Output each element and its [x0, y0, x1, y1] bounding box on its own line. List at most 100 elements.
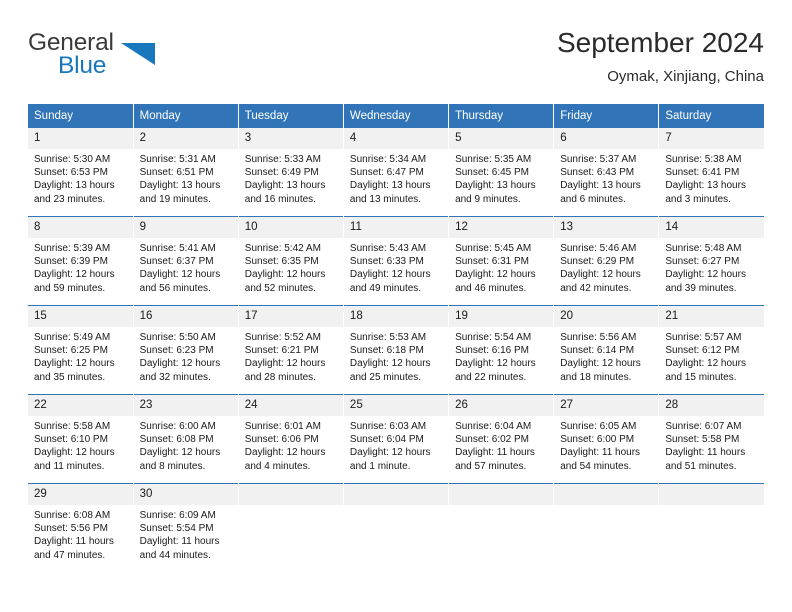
day-number	[554, 484, 659, 505]
sunrise-text: Sunrise: 5:35 AM	[455, 154, 532, 165]
sunset-text: Sunset: 6:27 PM	[665, 256, 740, 268]
daylight-text: Daylight: 13 hours and 13 minutes.	[349, 180, 431, 205]
calendar-week-row: 8 Sunrise: 5:39 AM Sunset: 6:39 PM Daylight…	[28, 216, 764, 306]
day-number: 13	[554, 217, 659, 238]
day-number: 24	[238, 395, 343, 416]
day-details: Sunrise: 5:41 AM Sunset: 6:37 PM Daylight:…	[134, 238, 238, 295]
daylight-text: Daylight: 12 hours and 8 minutes.	[139, 447, 221, 472]
sunrise-text: Sunrise: 5:43 AM	[349, 243, 427, 254]
day-number: 19	[449, 306, 554, 327]
calendar-day-cell[interactable]: 16 Sunrise: 5:50 AM Sunset: 6:23 PM Dayligh…	[133, 305, 239, 395]
sunset-text: Sunset: 6:06 PM	[244, 434, 319, 446]
daylight-text: Daylight: 12 hours and 11 minutes.	[34, 447, 115, 472]
calendar-day-cell[interactable]: 30 Sunrise: 6:09 AM Sunset: 5:54 PM Dayligh…	[133, 483, 239, 572]
calendar-day-cell[interactable]: 3 Sunrise: 5:33 AM Sunset: 6:49 PM Daylight…	[238, 127, 344, 217]
day-details: Sunrise: 5:50 AM Sunset: 6:23 PM Daylight:…	[134, 327, 238, 384]
column-header-saturday: Saturday	[658, 104, 764, 128]
calendar-day-cell[interactable]: 8 Sunrise: 5:39 AM Sunset: 6:39 PM Daylight…	[28, 216, 134, 306]
sunrise-text: Sunrise: 6:01 AM	[244, 421, 321, 432]
calendar-day-cell[interactable]: 9 Sunrise: 5:41 AM Sunset: 6:37 PM Daylight…	[133, 216, 239, 306]
calendar-day-cell[interactable]: 5 Sunrise: 5:35 AM Sunset: 6:45 PM Daylight…	[448, 127, 555, 217]
calendar-day-cell[interactable]: 17 Sunrise: 5:52 AM Sunset: 6:21 PM Dayligh…	[238, 305, 344, 395]
sunrise-text: Sunrise: 6:08 AM	[34, 510, 111, 521]
calendar-day-cell[interactable]: 12 Sunrise: 5:45 AM Sunset: 6:31 PM Dayligh…	[448, 216, 555, 306]
daylight-text: Daylight: 12 hours and 25 minutes.	[349, 358, 431, 383]
calendar-day-cell[interactable]: 15 Sunrise: 5:49 AM Sunset: 6:25 PM Dayligh…	[28, 305, 134, 395]
day-number: 12	[449, 217, 554, 238]
sunset-text: Sunset: 6:12 PM	[665, 345, 740, 357]
calendar-day-cell[interactable]: 28 Sunrise: 6:07 AM Sunset: 5:58 PM Dayligh…	[658, 394, 764, 484]
location-subtitle: Oymak, Xinjiang, China	[607, 68, 764, 85]
calendar-day-cell[interactable]: 26 Sunrise: 6:04 AM Sunset: 6:02 PM Dayligh…	[448, 394, 555, 484]
calendar-day-cell[interactable]: 27 Sunrise: 6:05 AM Sunset: 6:00 PM Dayligh…	[553, 394, 660, 484]
day-details: Sunrise: 5:43 AM Sunset: 6:33 PM Daylight:…	[344, 238, 448, 295]
sunset-text: Sunset: 6:41 PM	[665, 167, 740, 179]
day-details: Sunrise: 5:52 AM Sunset: 6:21 PM Daylight:…	[239, 327, 343, 384]
daylight-text: Daylight: 13 hours and 19 minutes.	[139, 180, 221, 205]
sunrise-text: Sunrise: 5:38 AM	[665, 154, 742, 165]
day-details: Sunrise: 5:53 AM Sunset: 6:18 PM Daylight:…	[344, 327, 448, 384]
sunset-text: Sunset: 6:08 PM	[139, 434, 214, 446]
daylight-text: Daylight: 12 hours and 28 minutes.	[244, 358, 326, 383]
calendar-day-cell-empty	[238, 483, 344, 572]
calendar-day-cell[interactable]: 22 Sunrise: 5:58 AM Sunset: 6:10 PM Dayligh…	[28, 394, 134, 484]
calendar-table: Sunday Monday Tuesday Wednesday Thursday…	[28, 104, 764, 572]
calendar-day-cell-empty	[553, 483, 660, 572]
sunset-text: Sunset: 6:47 PM	[349, 167, 424, 179]
day-number: 9	[133, 217, 238, 238]
day-number	[238, 484, 343, 505]
calendar-day-cell[interactable]: 14 Sunrise: 5:48 AM Sunset: 6:27 PM Dayligh…	[658, 216, 764, 306]
day-number	[343, 484, 449, 505]
sunset-text: Sunset: 5:56 PM	[34, 523, 108, 535]
daylight-text: Daylight: 11 hours and 44 minutes.	[139, 536, 220, 561]
page-title: September 2024	[556, 27, 764, 58]
calendar-day-cell[interactable]: 20 Sunrise: 5:56 AM Sunset: 6:14 PM Dayligh…	[553, 305, 660, 395]
calendar-day-cell[interactable]: 10 Sunrise: 5:42 AM Sunset: 6:35 PM Dayligh…	[238, 216, 344, 306]
sunset-text: Sunset: 5:58 PM	[665, 434, 740, 446]
sunrise-text: Sunrise: 6:07 AM	[665, 421, 742, 432]
day-number: 15	[28, 306, 133, 327]
sunrise-text: Sunrise: 5:49 AM	[34, 332, 111, 343]
sunrise-text: Sunrise: 5:53 AM	[349, 332, 427, 343]
calendar-day-cell[interactable]: 21 Sunrise: 5:57 AM Sunset: 6:12 PM Dayligh…	[658, 305, 764, 395]
calendar-day-cell[interactable]: 7 Sunrise: 5:38 AM Sunset: 6:41 PM Daylight…	[658, 127, 764, 217]
calendar-day-cell[interactable]: 2 Sunrise: 5:31 AM Sunset: 6:51 PM Daylight…	[133, 127, 239, 217]
sunrise-text: Sunrise: 5:45 AM	[455, 243, 532, 254]
daylight-text: Daylight: 12 hours and 15 minutes.	[665, 358, 746, 383]
sunset-text: Sunset: 6:00 PM	[560, 434, 635, 446]
calendar-day-cell[interactable]: 19 Sunrise: 5:54 AM Sunset: 6:16 PM Dayligh…	[448, 305, 555, 395]
day-details: Sunrise: 6:01 AM Sunset: 6:06 PM Daylight:…	[239, 416, 343, 473]
sunrise-text: Sunrise: 5:34 AM	[349, 154, 427, 165]
calendar-day-cell[interactable]: 11 Sunrise: 5:43 AM Sunset: 6:33 PM Dayligh…	[343, 216, 450, 306]
calendar-day-cell[interactable]: 24 Sunrise: 6:01 AM Sunset: 6:06 PM Dayligh…	[238, 394, 344, 484]
daylight-text: Daylight: 12 hours and 32 minutes.	[139, 358, 221, 383]
calendar-day-cell[interactable]: 29 Sunrise: 6:08 AM Sunset: 5:56 PM Dayligh…	[28, 483, 134, 572]
day-number: 8	[28, 217, 133, 238]
day-number: 28	[659, 395, 764, 416]
day-number	[449, 484, 554, 505]
day-number: 2	[133, 128, 238, 149]
calendar-day-cell[interactable]: 18 Sunrise: 5:53 AM Sunset: 6:18 PM Dayligh…	[343, 305, 450, 395]
calendar-day-cell[interactable]: 1 Sunrise: 5:30 AM Sunset: 6:53 PM Daylight…	[28, 127, 134, 217]
brand-logo[interactable]: General Blue	[28, 30, 258, 90]
calendar-day-cell[interactable]: 4 Sunrise: 5:34 AM Sunset: 6:47 PM Daylight…	[343, 127, 450, 217]
day-number: 25	[343, 395, 449, 416]
day-number: 26	[449, 395, 554, 416]
day-details: Sunrise: 5:31 AM Sunset: 6:51 PM Daylight:…	[134, 149, 238, 206]
day-number: 6	[554, 128, 659, 149]
sunset-text: Sunset: 6:53 PM	[34, 167, 108, 179]
day-number: 10	[238, 217, 343, 238]
calendar-day-cell[interactable]: 6 Sunrise: 5:37 AM Sunset: 6:43 PM Daylight…	[553, 127, 660, 217]
sunset-text: Sunset: 6:04 PM	[349, 434, 424, 446]
calendar-day-cell[interactable]: 13 Sunrise: 5:46 AM Sunset: 6:29 PM Dayligh…	[553, 216, 660, 306]
calendar-page: General Blue September 2024 Oymak, Xinji…	[0, 0, 792, 612]
daylight-text: Daylight: 12 hours and 52 minutes.	[244, 269, 326, 294]
day-number: 23	[133, 395, 238, 416]
calendar-day-cell[interactable]: 25 Sunrise: 6:03 AM Sunset: 6:04 PM Dayligh…	[343, 394, 450, 484]
calendar-header-row: Sunday Monday Tuesday Wednesday Thursday…	[28, 104, 764, 128]
day-number: 18	[343, 306, 449, 327]
sunset-text: Sunset: 5:54 PM	[139, 523, 214, 535]
daylight-text: Daylight: 11 hours and 57 minutes.	[455, 447, 535, 472]
calendar-day-cell[interactable]: 23 Sunrise: 6:00 AM Sunset: 6:08 PM Dayligh…	[133, 394, 239, 484]
daylight-text: Daylight: 12 hours and 22 minutes.	[455, 358, 536, 383]
